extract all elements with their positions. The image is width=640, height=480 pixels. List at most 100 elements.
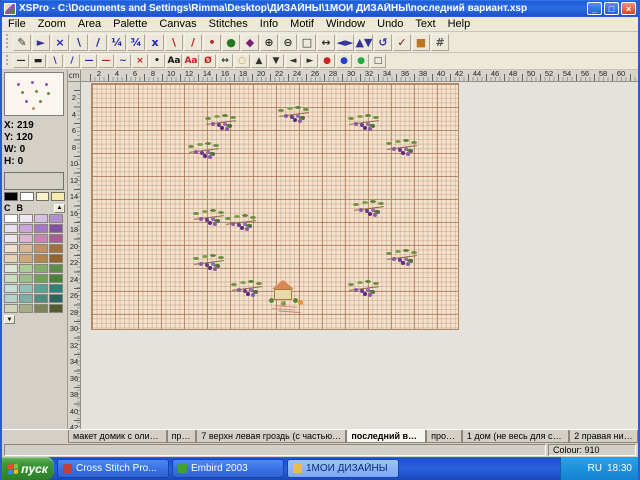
blue-line-icon[interactable]: — xyxy=(81,54,97,68)
zoom-window-tool[interactable]: □ xyxy=(298,34,316,51)
design-tab[interactable]: 1 дом (не весь для стыковки) xyxy=(462,430,569,443)
palette-swatch[interactable] xyxy=(4,224,18,233)
zoom-in-tool[interactable]: ⊕ xyxy=(260,34,278,51)
quarter-stitch-tool[interactable]: ¼ xyxy=(108,34,126,51)
palette-swatch[interactable] xyxy=(34,234,48,243)
palette-swatch[interactable] xyxy=(19,234,33,243)
palette-swatch[interactable] xyxy=(49,224,63,233)
petite-stitch-tool[interactable]: x xyxy=(146,34,164,51)
down-arrow-icon[interactable]: ▼ xyxy=(268,54,284,68)
menu-item[interactable]: File xyxy=(2,17,32,31)
palette-swatch[interactable] xyxy=(19,284,33,293)
french-knot-tool[interactable]: • xyxy=(203,34,221,51)
palette-swatch[interactable] xyxy=(4,244,18,253)
diag-backstitch-icon[interactable]: \ xyxy=(47,54,63,68)
palette-swatch[interactable] xyxy=(19,254,33,263)
up-arrow-icon[interactable]: ▲ xyxy=(251,54,267,68)
grid-toggle[interactable]: # xyxy=(431,34,449,51)
current-colour-swatch[interactable] xyxy=(4,172,64,190)
minimize-button[interactable]: _ xyxy=(587,2,602,15)
toolbar-grip[interactable] xyxy=(5,55,10,68)
straight-stitch-tool[interactable]: / xyxy=(184,34,202,51)
palette-swatch[interactable] xyxy=(34,274,48,283)
palette-swatch[interactable] xyxy=(4,254,18,263)
zoom-out-tool[interactable]: ⊖ xyxy=(279,34,297,51)
mirror-horizontal-tool[interactable]: ◄► xyxy=(336,34,354,51)
palette-swatch[interactable] xyxy=(51,192,65,201)
palette-swatch[interactable] xyxy=(49,244,63,253)
design-tab[interactable]: последний вариант xyxy=(346,430,426,443)
design-tab[interactable]: проба xyxy=(167,430,197,443)
pointer-tool[interactable]: ► xyxy=(32,34,50,51)
palette-swatch[interactable] xyxy=(34,214,48,223)
left-arrow-icon[interactable]: ◄ xyxy=(285,54,301,68)
menu-item[interactable]: Motif xyxy=(284,17,320,31)
taskbar-window-button[interactable]: Embird 2003 xyxy=(172,459,284,478)
close-button[interactable]: × xyxy=(621,2,636,15)
small-cross-icon[interactable]: × xyxy=(132,54,148,68)
palette-scroll-up-button[interactable]: ▲ xyxy=(54,204,65,213)
palette-swatch[interactable] xyxy=(19,214,33,223)
diag-backstitch2-icon[interactable]: / xyxy=(64,54,80,68)
design-tab[interactable]: макет домик с оливочками xyxy=(68,430,167,443)
curve-stitch-icon[interactable]: ~ xyxy=(115,54,131,68)
bead-tool[interactable]: ● xyxy=(222,34,240,51)
palette-swatch[interactable] xyxy=(49,274,63,283)
palette-swatch[interactable] xyxy=(4,192,18,201)
palette-swatch[interactable] xyxy=(49,214,63,223)
backstitch-tool[interactable]: \ xyxy=(165,34,183,51)
keyboard-layout-indicator[interactable]: RU xyxy=(588,463,602,474)
palette-swatch[interactable] xyxy=(49,284,63,293)
palette-swatch[interactable] xyxy=(4,274,18,283)
select-block-icon[interactable]: □ xyxy=(370,54,386,68)
design-preview[interactable] xyxy=(4,72,64,116)
palette-swatch[interactable] xyxy=(19,264,33,273)
palette-swatch[interactable] xyxy=(19,294,33,303)
menu-item[interactable]: Text xyxy=(409,17,441,31)
green-thread-icon[interactable]: ● xyxy=(353,54,369,68)
thick-backstitch-icon[interactable]: ▬ xyxy=(30,54,46,68)
palette-swatch[interactable] xyxy=(4,294,18,303)
start-button[interactable]: пуск xyxy=(2,457,54,480)
stitch-grid-canvas[interactable] xyxy=(91,83,459,330)
palette-swatch[interactable] xyxy=(49,294,63,303)
palette-swatch[interactable] xyxy=(49,264,63,273)
design-tab[interactable]: проба 2 xyxy=(426,430,462,443)
design-tab[interactable]: 7 верхн левая гроздь (с частью ниж ветки… xyxy=(196,430,346,443)
small-knot-icon[interactable]: • xyxy=(149,54,165,68)
palette-swatch[interactable] xyxy=(34,254,48,263)
menu-item[interactable]: Area xyxy=(72,17,107,31)
menu-item[interactable]: Window xyxy=(320,17,371,31)
rotate-tool[interactable]: ↺ xyxy=(374,34,392,51)
fill-tool[interactable]: ■ xyxy=(412,34,430,51)
palette-scroll-down-button[interactable]: ▼ xyxy=(4,315,15,324)
menu-item[interactable]: Stitches xyxy=(203,17,254,31)
palette-swatch[interactable] xyxy=(20,192,34,201)
menu-item[interactable]: Help xyxy=(442,17,477,31)
palette-swatch[interactable] xyxy=(34,224,48,233)
menu-item[interactable]: Undo xyxy=(371,17,409,31)
menu-item[interactable]: Info xyxy=(254,17,284,31)
mirror-vertical-tool[interactable]: ▲▼ xyxy=(355,34,373,51)
palette-swatch[interactable] xyxy=(4,234,18,243)
three-quarter-stitch-tool[interactable]: ¾ xyxy=(127,34,145,51)
no-stitch-icon[interactable]: Ø xyxy=(200,54,216,68)
pan-tool[interactable]: ↔ xyxy=(317,34,335,51)
text-color-tool-icon[interactable]: Aa xyxy=(183,54,199,68)
menu-item[interactable]: Zoom xyxy=(32,17,72,31)
palette-swatch[interactable] xyxy=(19,274,33,283)
palette-swatch[interactable] xyxy=(34,244,48,253)
highlight-icon[interactable]: ○ xyxy=(234,54,250,68)
palette-swatch[interactable] xyxy=(4,304,18,313)
palette-swatch[interactable] xyxy=(34,294,48,303)
palette-swatch[interactable] xyxy=(4,284,18,293)
palette-swatch[interactable] xyxy=(36,192,50,201)
text-tool-icon[interactable]: Aa xyxy=(166,54,182,68)
full-stitch-tool[interactable]: × xyxy=(51,34,69,51)
menu-item[interactable]: Canvas xyxy=(153,17,202,31)
maximize-button[interactable]: □ xyxy=(604,2,619,15)
half-stitch-back-tool[interactable]: \ xyxy=(70,34,88,51)
palette-swatch[interactable] xyxy=(19,224,33,233)
palette-swatch[interactable] xyxy=(49,234,63,243)
half-stitch-fwd-tool[interactable]: / xyxy=(89,34,107,51)
